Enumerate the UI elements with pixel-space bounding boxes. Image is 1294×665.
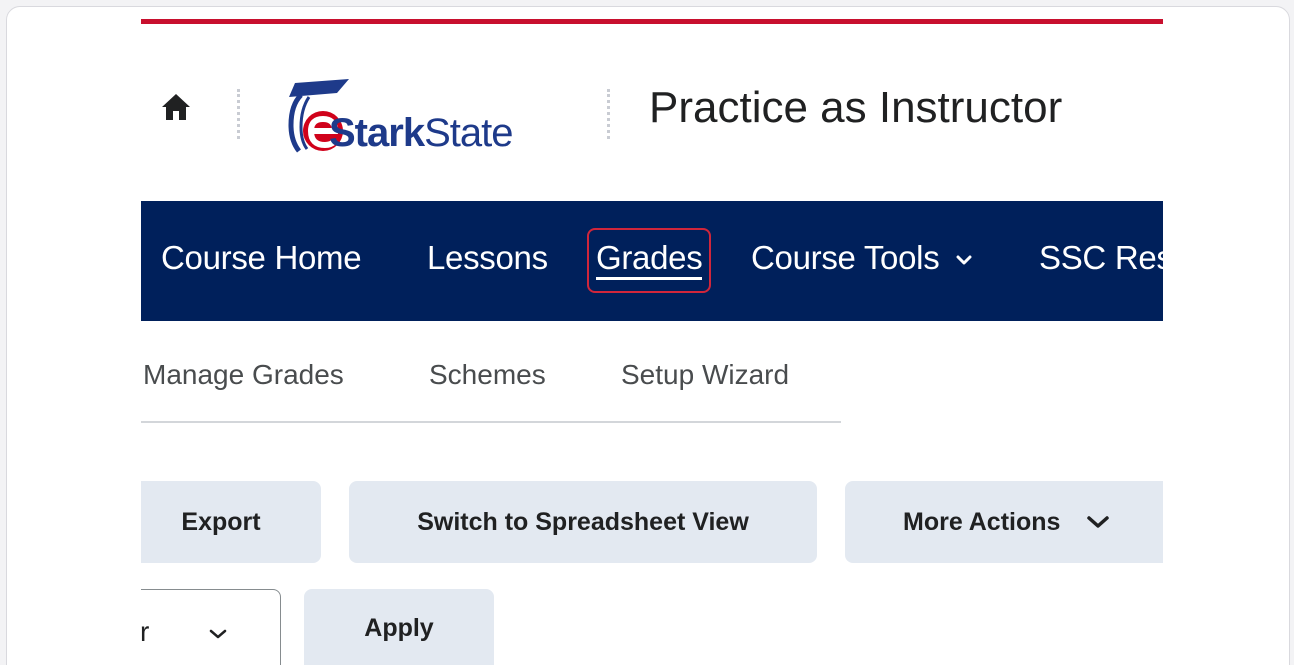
browser-content: StarkState Practice as Instructor Course… — [6, 6, 1290, 665]
school-logo[interactable]: StarkState — [279, 75, 569, 155]
chevron-down-icon — [956, 255, 972, 265]
tab-manage-grades[interactable]: Manage Grades — [143, 359, 344, 391]
logo-text-bold: Stark — [329, 111, 425, 155]
switch-to-spreadsheet-button[interactable]: Switch to Spreadsheet View — [349, 481, 817, 563]
logo-text-light: State — [424, 111, 513, 155]
header-separator — [237, 89, 240, 139]
filter-select[interactable]: r — [141, 589, 281, 665]
apply-button[interactable]: Apply — [304, 589, 494, 665]
home-icon[interactable] — [161, 93, 191, 121]
nav-grades[interactable]: Grades — [587, 228, 712, 293]
more-actions-button[interactable]: More Actions — [845, 481, 1163, 563]
chevron-down-icon — [209, 629, 227, 639]
nav-course-home[interactable]: Course Home — [161, 239, 362, 277]
chevron-down-icon — [1087, 516, 1110, 528]
lms-page: StarkState Practice as Instructor Course… — [141, 7, 1163, 665]
logo-wordmark: StarkState — [329, 111, 513, 156]
course-title[interactable]: Practice as Instructor — [649, 83, 1062, 133]
nav-course-tools[interactable]: Course Tools — [751, 239, 972, 277]
nav-course-tools-label: Course Tools — [751, 239, 940, 276]
nav-grades-label: Grades — [596, 241, 703, 280]
nav-ssc-resources[interactable]: SSC Res — [1039, 239, 1163, 277]
nav-lessons[interactable]: Lessons — [427, 239, 548, 277]
header-separator — [607, 89, 610, 139]
tab-schemes[interactable]: Schemes — [429, 359, 546, 391]
export-button[interactable]: Export — [141, 481, 321, 563]
filter-select-value: r — [141, 616, 149, 648]
tab-setup-wizard[interactable]: Setup Wizard — [621, 359, 789, 391]
more-actions-label: More Actions — [903, 507, 1061, 536]
tab-divider — [141, 421, 841, 423]
course-navbar: Course Home Lessons Grades Course Tools … — [141, 201, 1163, 321]
accent-bar — [141, 19, 1163, 24]
